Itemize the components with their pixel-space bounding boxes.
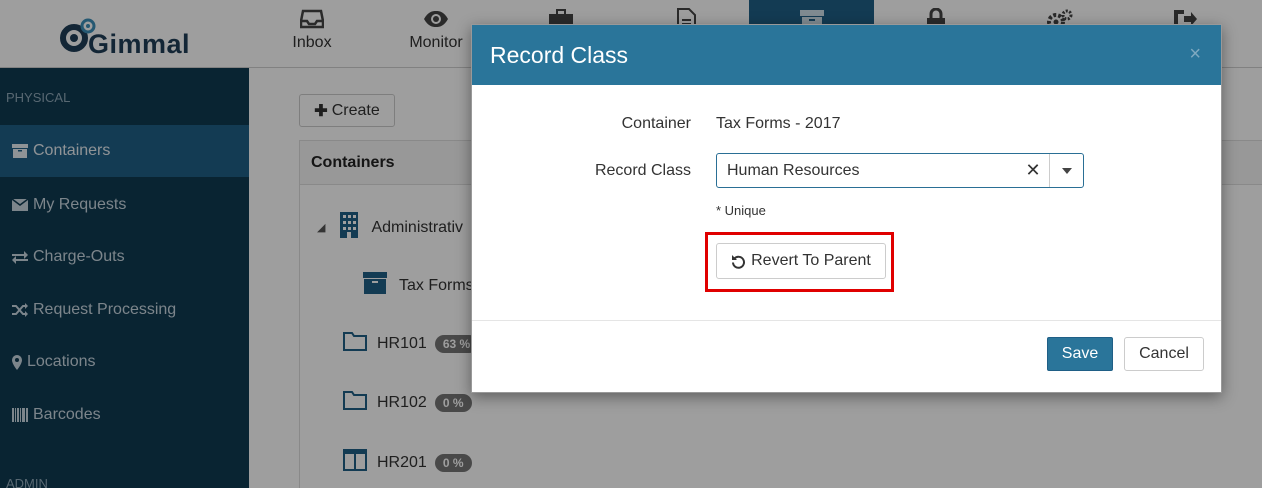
record-class-input[interactable]: Human Resources	[717, 162, 1017, 180]
revert-button-label: Revert To Parent	[751, 252, 871, 269]
dialog-footer: Save Cancel	[472, 321, 1221, 393]
record-class-label: Record Class	[594, 162, 691, 179]
dialog-title: Record Class	[490, 41, 629, 68]
clear-icon[interactable]: ✕	[1017, 160, 1049, 181]
save-button[interactable]: Save	[1047, 337, 1113, 371]
container-value: Tax Forms - 2017	[716, 115, 841, 132]
revert-to-parent-button[interactable]: Revert To Parent	[716, 243, 886, 279]
record-class-dialog: Record Class × Container Tax Forms - 201…	[471, 24, 1222, 393]
dialog-header: Record Class ×	[472, 25, 1221, 85]
record-class-select[interactable]: Human Resources ✕	[716, 153, 1084, 188]
cancel-button[interactable]: Cancel	[1124, 337, 1204, 371]
container-label: Container	[621, 115, 691, 132]
chevron-down-icon[interactable]	[1050, 167, 1083, 175]
unique-hint: * Unique	[716, 203, 766, 218]
dialog-body: Container Tax Forms - 2017 Record Class …	[472, 85, 1221, 321]
close-icon[interactable]: ×	[1189, 43, 1201, 66]
undo-icon	[731, 254, 746, 269]
